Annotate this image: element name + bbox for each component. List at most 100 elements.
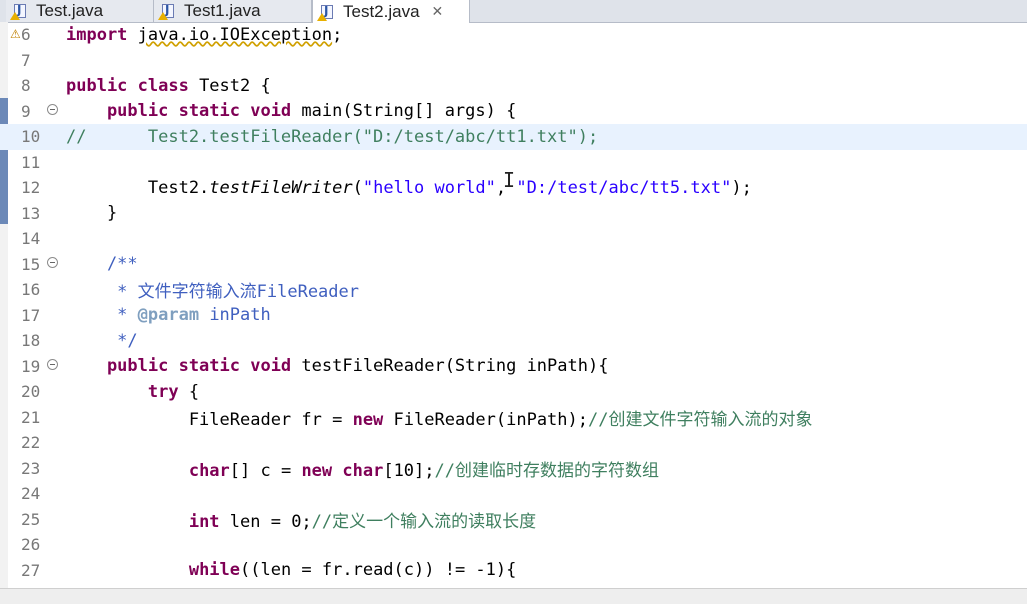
- code-text: * @param inPath: [66, 305, 271, 325]
- code-text: try {: [66, 382, 199, 402]
- line-number: 12: [21, 178, 41, 198]
- line-number: 22: [21, 433, 41, 453]
- code-line[interactable]: ⚠ 6 import java.io.IOException;: [0, 22, 1027, 48]
- code-line[interactable]: 26: [0, 532, 1027, 558]
- tab-test2-java[interactable]: J Test2.java ✕: [312, 0, 470, 23]
- line-number: 6: [21, 25, 31, 45]
- code-token: "D:/test/abc/tt5.txt": [516, 177, 732, 198]
- code-text: public static void main(String[] args) {: [66, 101, 516, 121]
- code-token: len = 0;: [229, 511, 312, 532]
- line-number: 13: [21, 203, 41, 223]
- code-text: FileReader fr = new FileReader(inPath);/…: [66, 405, 813, 430]
- fold-toggle-icon[interactable]: [47, 256, 58, 268]
- line-number: 17: [21, 305, 41, 325]
- code-text: public static void testFileReader(String…: [66, 356, 609, 376]
- line-number: 14: [21, 229, 41, 249]
- code-line[interactable]: 22: [0, 430, 1027, 456]
- tab-test1-java[interactable]: J Test1.java: [154, 0, 312, 22]
- fold-toggle-icon[interactable]: [47, 103, 58, 115]
- code-text: }: [66, 203, 117, 223]
- code-line[interactable]: 27 while((len = fr.read(c)) != -1){: [0, 558, 1027, 584]
- code-token: testFileWriter: [209, 177, 353, 198]
- close-tab-icon[interactable]: ✕: [432, 4, 444, 20]
- editor-tab-bar: J Test.java J Test1.java J Test2.java ✕: [0, 0, 1027, 23]
- code-line[interactable]: 21 FileReader fr = new FileReader(inPath…: [0, 405, 1027, 431]
- line-number: 11: [21, 152, 41, 172]
- code-token: int: [188, 511, 230, 532]
- line-number: 25: [21, 509, 41, 529]
- code-token: * 文件字符输入流FileReader: [66, 282, 359, 303]
- code-token: public static void: [66, 101, 302, 122]
- code-token: FileReader(inPath);: [393, 409, 588, 430]
- code-token: @param: [137, 305, 200, 326]
- code-token: java.io.IOException: [137, 24, 333, 45]
- code-line[interactable]: 15 /**: [0, 252, 1027, 278]
- code-token: while: [188, 560, 241, 581]
- code-line[interactable]: 25 int len = 0;//定义一个输入流的读取长度: [0, 507, 1027, 533]
- line-number: 20: [21, 382, 41, 402]
- line-number: 23: [21, 458, 41, 478]
- code-line[interactable]: 13 }: [0, 201, 1027, 227]
- code-token: //创建文件字符输入流的对象: [588, 409, 813, 430]
- line-number: 26: [21, 535, 41, 555]
- code-token: new: [352, 409, 394, 430]
- code-text: int len = 0;//定义一个输入流的读取长度: [66, 507, 536, 532]
- code-token: import: [66, 24, 138, 45]
- code-token: Test2.: [66, 177, 210, 198]
- code-line[interactable]: 19 public static void testFileReader(Str…: [0, 354, 1027, 380]
- code-token: {: [188, 381, 200, 402]
- code-text: Test2.testFileWriter("hello world", "D:/…: [66, 178, 752, 198]
- code-line[interactable]: 9 public static void main(String[] args)…: [0, 99, 1027, 125]
- code-token: //创建临时存数据的字符数组: [434, 460, 659, 481]
- java-file-warning-icon: J: [10, 3, 30, 20]
- code-token: inPath: [199, 305, 271, 326]
- code-line[interactable]: 20 try {: [0, 379, 1027, 405]
- code-line[interactable]: 18 */: [0, 328, 1027, 354]
- code-line[interactable]: 23 char[] c = new char[10];//创建临时存数据的字符数…: [0, 456, 1027, 482]
- code-token: char: [188, 460, 230, 481]
- code-text: */: [66, 330, 138, 351]
- java-file-warning-icon: J: [317, 4, 337, 21]
- code-token: main(String[] args) {: [301, 101, 517, 122]
- code-line[interactable]: 24: [0, 481, 1027, 507]
- line-number: 10: [21, 127, 41, 147]
- code-token: );: [731, 177, 752, 198]
- code-line[interactable]: 16 * 文件字符输入流FileReader: [0, 277, 1027, 303]
- warning-icon[interactable]: ⚠: [10, 27, 21, 41]
- code-token: [10];: [383, 460, 435, 481]
- code-token: //定义一个输入流的读取长度: [311, 511, 537, 532]
- code-line[interactable]: 7: [0, 48, 1027, 74]
- code-text: import java.io.IOException;: [66, 25, 342, 45]
- code-text: /**: [66, 254, 138, 274]
- code-token: try: [66, 381, 189, 402]
- code-editor[interactable]: ⚠ 6 import java.io.IOException; 7 8 public cl…: [0, 22, 1027, 603]
- code-line[interactable]: 17 * @param inPath: [0, 303, 1027, 329]
- line-number: 8: [21, 76, 31, 96]
- java-file-warning-icon: J: [158, 3, 178, 20]
- code-text: char[] c = new char[10];//创建临时存数据的字符数组: [66, 456, 659, 481]
- line-number: 7: [21, 50, 31, 70]
- code-token: "hello world": [362, 177, 496, 198]
- code-token: (: [352, 177, 363, 198]
- code-line[interactable]: 10 // Test2.testFileReader("D:/test/abc/t…: [0, 124, 1027, 150]
- line-number: 21: [21, 407, 41, 427]
- code-token: new char: [301, 460, 384, 481]
- code-token: ((len = fr.read(c)) != -1){: [240, 560, 517, 581]
- code-token: ;: [332, 24, 343, 45]
- line-number: 18: [21, 331, 41, 351]
- tab-test-java[interactable]: J Test.java: [6, 0, 154, 22]
- code-line[interactable]: 14: [0, 226, 1027, 252]
- code-token: Test2 {: [199, 75, 271, 96]
- fold-toggle-icon[interactable]: [47, 358, 58, 370]
- code-text: // Test2.testFileReader("D:/test/abc/tt1…: [66, 127, 598, 147]
- code-token: FileReader fr =: [66, 409, 353, 430]
- code-text: * 文件字符输入流FileReader: [66, 277, 359, 302]
- horizontal-scrollbar[interactable]: [0, 588, 1027, 604]
- tab-label: Test1.java: [184, 1, 261, 20]
- code-token: */: [66, 330, 138, 351]
- code-line[interactable]: 8 public class Test2 {: [0, 73, 1027, 99]
- line-number: 27: [21, 560, 41, 580]
